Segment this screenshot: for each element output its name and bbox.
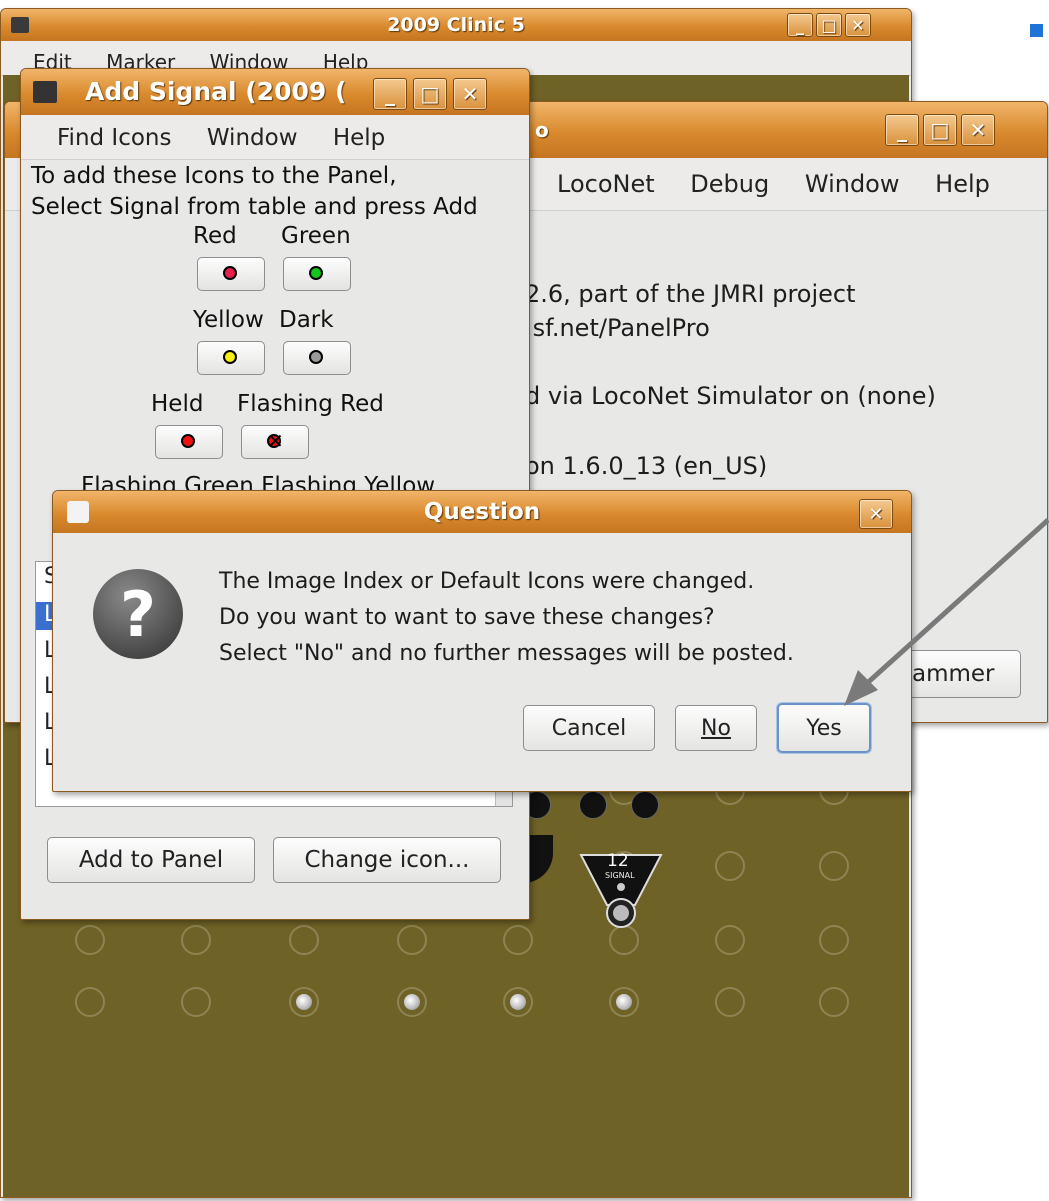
held-icon-button[interactable] — [155, 425, 223, 459]
pointer-arrow-icon — [844, 518, 1049, 706]
label-yellow: Yellow — [193, 307, 264, 333]
minimize-icon: _ — [385, 82, 395, 106]
signal-lamp — [631, 791, 659, 819]
red-lamp-icon — [223, 266, 237, 280]
green-lamp-icon — [309, 266, 323, 280]
label-held: Held — [151, 391, 204, 417]
connection-line: d via LocoNet Simulator on (none) — [525, 382, 936, 410]
message-line-2: Do you want to want to save these change… — [219, 605, 715, 630]
cancel-label: Cancel — [551, 715, 627, 741]
yellow-lamp-icon — [223, 350, 237, 364]
flashing-red-icon-button[interactable]: ✕ — [241, 425, 309, 459]
url-line: .sf.net/PanelPro — [525, 314, 710, 342]
minimize-icon: _ — [897, 118, 907, 142]
version-line: 2.6, part of the JMRI project — [525, 280, 856, 308]
red-icon-button[interactable] — [197, 257, 265, 291]
label-green: Green — [281, 223, 351, 249]
message-line-1: The Image Index or Default Icons were ch… — [219, 569, 755, 594]
question-title: Question — [423, 499, 541, 525]
java-version-line: on 1.6.0_13 (en_US) — [525, 452, 768, 480]
panel-hole — [819, 925, 849, 955]
close-button[interactable]: ✕ — [453, 78, 487, 110]
close-icon: ✕ — [969, 118, 987, 142]
instruction-line-2: Select Signal from table and press Add — [31, 194, 478, 220]
message-line-3: Select "No" and no further messages will… — [219, 641, 794, 666]
signal-icon[interactable]: 12 SIGNAL — [577, 815, 665, 935]
yellow-icon-button[interactable] — [197, 341, 265, 375]
maximize-button[interactable]: □ — [923, 114, 957, 146]
add-to-panel-label: Add to Panel — [78, 847, 224, 873]
minimize-button[interactable]: _ — [787, 13, 813, 37]
dark-lamp-icon — [309, 350, 323, 364]
held-lamp-icon — [181, 434, 195, 448]
signal-label: SIGNAL — [605, 871, 635, 880]
instruction-line-1: To add these Icons to the Panel, — [31, 163, 397, 189]
close-icon: ✕ — [461, 82, 479, 106]
main-window-title: 2009 Clinic 5 — [387, 14, 525, 36]
no-label: No — [701, 715, 731, 741]
label-flashing-red: Flashing Red — [237, 391, 384, 417]
panel-hole — [181, 925, 211, 955]
app-icon — [33, 81, 57, 103]
panel-hole — [819, 987, 849, 1017]
dark-icon-button[interactable] — [283, 341, 351, 375]
label-dark: Dark — [279, 307, 334, 333]
add-signal-menubar: Find Icons Window Help — [21, 115, 529, 160]
change-icon-label: Change icon... — [304, 847, 470, 873]
panel-hole — [715, 925, 745, 955]
minimize-button[interactable]: _ — [373, 78, 407, 110]
menu-debug[interactable]: Debug — [676, 158, 783, 210]
close-button[interactable]: ✕ — [845, 13, 871, 37]
menu-window[interactable]: Window — [791, 158, 914, 210]
signal-number: 12 — [607, 851, 629, 871]
panel-stud — [404, 994, 420, 1010]
panel-hole — [503, 925, 533, 955]
add-signal-titlebar[interactable]: Add Signal (2009 ( _ □ ✕ — [21, 69, 529, 115]
question-icon: ? — [93, 569, 183, 659]
question-titlebar[interactable]: Question ✕ — [53, 491, 911, 533]
change-icon-button[interactable]: Change icon... — [273, 837, 501, 883]
maximize-button[interactable]: □ — [413, 78, 447, 110]
panel-hole — [819, 851, 849, 881]
maximize-icon: □ — [821, 15, 837, 35]
panel-hole — [75, 925, 105, 955]
label-red: Red — [193, 223, 237, 249]
panel-stud — [296, 994, 312, 1010]
menu-help[interactable]: Help — [921, 158, 1004, 210]
main-window-titlebar[interactable]: 2009 Clinic 5 _ □ ✕ — [1, 9, 911, 41]
panel-hole — [181, 987, 211, 1017]
panel-hole — [715, 851, 745, 881]
close-button[interactable]: ✕ — [961, 114, 995, 146]
panel-hole — [397, 925, 427, 955]
no-button[interactable]: No — [675, 705, 757, 751]
close-icon: ✕ — [851, 15, 865, 35]
menu-loconet[interactable]: LocoNet — [543, 158, 669, 210]
maximize-icon: □ — [930, 118, 950, 142]
menu-window[interactable]: Window — [193, 115, 312, 161]
minimize-button[interactable]: _ — [885, 114, 919, 146]
blue-marker-icon — [1030, 24, 1043, 37]
minimize-icon: _ — [796, 15, 804, 35]
green-icon-button[interactable] — [283, 257, 351, 291]
signal-lamp — [579, 791, 607, 819]
flashing-mark-icon: ✕ — [267, 429, 284, 453]
panel-hole — [289, 925, 319, 955]
panel-hole — [75, 987, 105, 1017]
panel-stud — [510, 994, 526, 1010]
panel-stud — [616, 994, 632, 1010]
panel-hole — [715, 987, 745, 1017]
menu-find-icons[interactable]: Find Icons — [43, 115, 186, 161]
maximize-button[interactable]: □ — [816, 13, 842, 37]
menu-help[interactable]: Help — [319, 115, 399, 161]
add-signal-title: Add Signal (2009 ( — [85, 77, 347, 106]
question-dialog: Question ✕ ? The Image Index or Default … — [52, 490, 912, 792]
cancel-button[interactable]: Cancel — [523, 705, 655, 751]
add-to-panel-button[interactable]: Add to Panel — [47, 837, 255, 883]
maximize-icon: □ — [420, 82, 440, 106]
panelpro-title: o — [535, 118, 549, 142]
